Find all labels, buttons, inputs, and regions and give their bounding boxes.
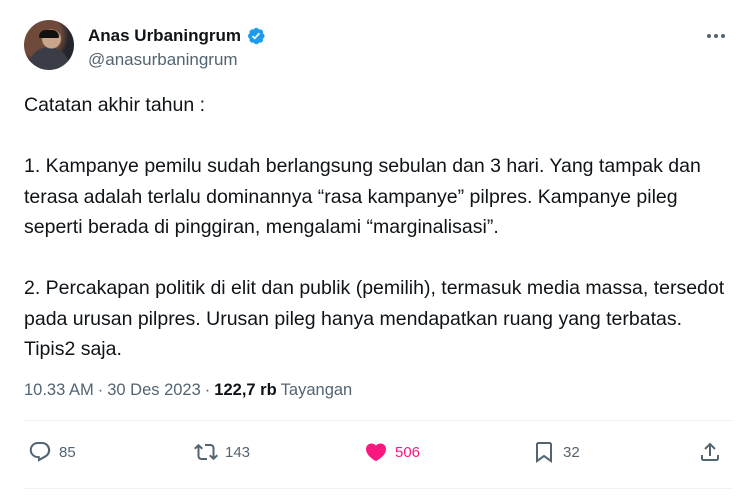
heart-filled-icon xyxy=(365,443,387,462)
action-bar: 85 143 506 32 xyxy=(24,440,732,470)
tweet-card: Anas Urbaningrum @anasurbaningrum Catata… xyxy=(0,0,756,496)
repost-count: 143 xyxy=(225,443,251,461)
tweet-time[interactable]: 10.33 AM xyxy=(24,381,94,400)
views-label: Tayangan xyxy=(280,381,353,399)
verified-badge-icon xyxy=(248,27,265,45)
meta-separator: · xyxy=(97,381,104,399)
repost-icon xyxy=(194,443,218,461)
tweet-paragraph: Catatan akhir tahun : xyxy=(24,94,206,116)
author-name-row: Anas Urbaningrum xyxy=(88,26,266,46)
meta-separator: · xyxy=(204,381,211,399)
tweet-date[interactable]: 30 Des 2023 xyxy=(107,381,201,400)
repost-button[interactable]: 143 xyxy=(194,440,250,464)
divider xyxy=(24,488,732,489)
tweet-header: Anas Urbaningrum @anasurbaningrum xyxy=(24,20,738,72)
reply-count: 85 xyxy=(59,443,76,461)
bookmark-icon xyxy=(536,442,552,463)
tweet-paragraph: 1. Kampanye pemilu sudah berlangsung seb… xyxy=(24,155,701,238)
tweet-meta: 10.33 AM · 30 Des 2023 · 122,7 rb Tayang… xyxy=(24,381,352,400)
views-count: 122,7 rb xyxy=(214,381,277,399)
author-display-name[interactable]: Anas Urbaningrum xyxy=(88,26,241,46)
bookmark-count: 32 xyxy=(563,443,580,461)
reply-button[interactable]: 85 xyxy=(28,440,76,464)
avatar[interactable] xyxy=(24,20,74,70)
tweet-paragraph: 2. Percakapan politik di elit dan publik… xyxy=(24,277,725,360)
share-button[interactable] xyxy=(698,440,722,464)
share-icon xyxy=(701,442,719,461)
divider xyxy=(24,420,732,421)
like-count: 506 xyxy=(395,443,421,461)
author-handle[interactable]: @anasurbaningrum xyxy=(88,50,238,70)
reply-icon xyxy=(29,442,51,462)
bookmark-button[interactable]: 32 xyxy=(532,440,580,464)
like-button[interactable]: 506 xyxy=(364,440,420,464)
tweet-text: Catatan akhir tahun : 1. Kampanye pemilu… xyxy=(24,90,736,365)
more-icon[interactable] xyxy=(704,26,728,46)
